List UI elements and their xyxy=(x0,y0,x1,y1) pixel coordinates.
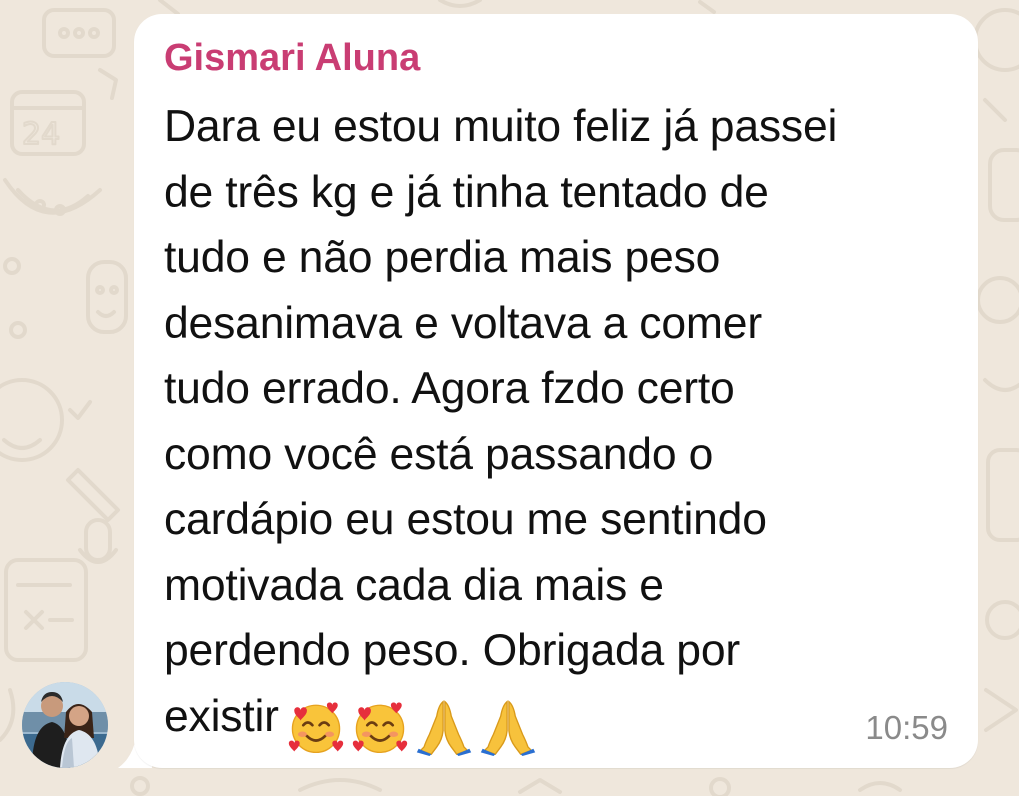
message-line-last: existir xyxy=(164,684,964,758)
message-line: motivada cada dia mais e xyxy=(164,560,664,610)
smiling-face-with-hearts-icon xyxy=(288,702,343,753)
message-line: como você está passando o xyxy=(164,429,714,479)
folded-hands-icon xyxy=(416,699,471,756)
message-line: perdendo peso. Obrigada por xyxy=(164,626,740,675)
smiling-face-with-hearts-icon xyxy=(352,702,407,753)
folded-hands-icon xyxy=(480,699,535,756)
message-line: desanimava e voltava a comer xyxy=(164,298,762,348)
message-line: cardápio eu estou me sentindo xyxy=(164,495,767,544)
message-bubble[interactable]: Gismari Aluna Dara eu estou muito feliz … xyxy=(134,14,978,768)
sender-name[interactable]: Gismari Aluna xyxy=(164,36,420,80)
message-line: tudo e não perdia mais peso xyxy=(164,233,721,282)
message-line-text: existir xyxy=(164,691,279,741)
message-text: Dara eu estou muito feliz já passei de t… xyxy=(164,94,964,757)
sender-avatar-photo xyxy=(22,682,108,768)
message-line: tudo errado. Agora fzdo certo xyxy=(164,364,735,413)
svg-text:24: 24 xyxy=(22,117,60,152)
emoji-group xyxy=(287,692,543,758)
avatar[interactable] xyxy=(22,682,108,768)
message-line: Dara eu estou muito feliz já passei xyxy=(164,102,838,151)
message-line: de três kg e já tinha tentado de xyxy=(164,167,769,217)
message-timestamp: 10:59 xyxy=(865,709,948,746)
